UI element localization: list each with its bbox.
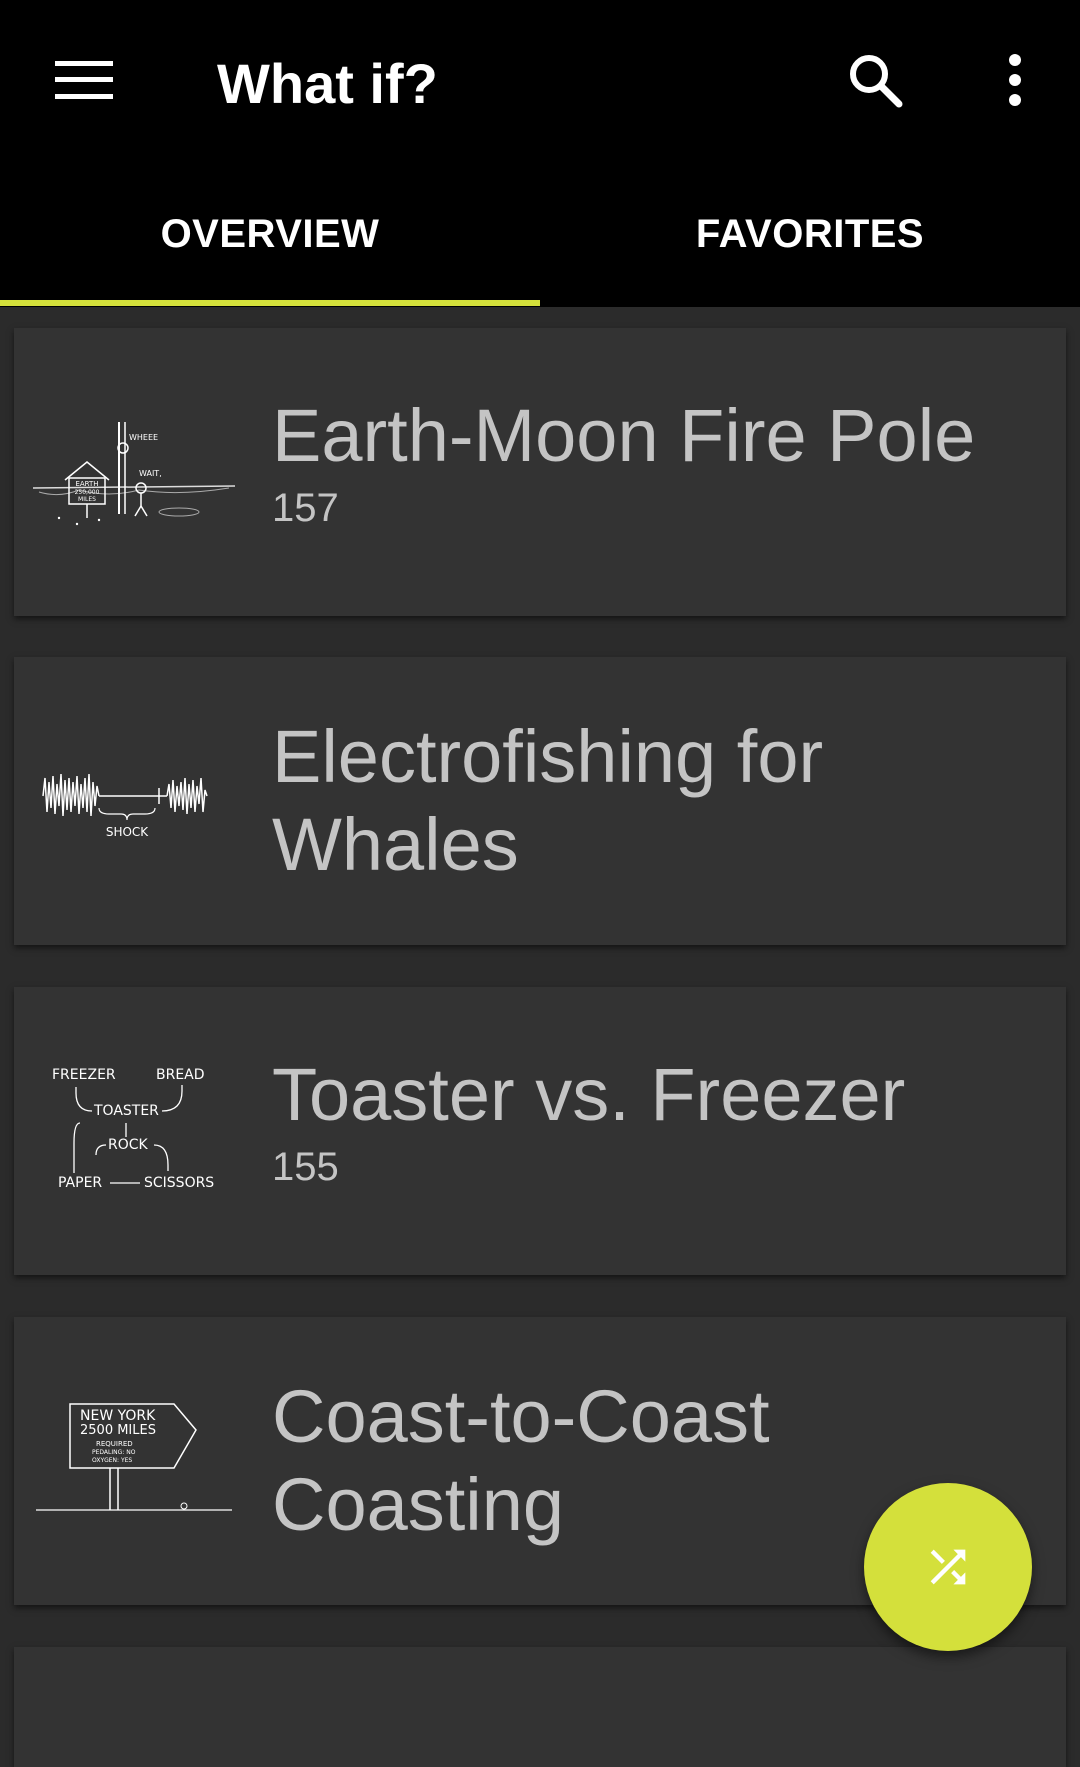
article-title: Earth-Moon Fire Pole [272, 394, 976, 477]
diagram-label: ROCK [108, 1137, 149, 1153]
menu-button[interactable] [40, 40, 128, 120]
search-button[interactable] [830, 40, 920, 120]
sign-text: OXYGEN: YES [92, 1457, 132, 1464]
tab-overview[interactable]: OVERVIEW [0, 170, 540, 307]
article-title: Toaster vs. Freezer [272, 1053, 906, 1136]
more-vert-icon [1009, 54, 1021, 106]
more-options-button[interactable] [975, 40, 1055, 120]
sign-text: REQUIRED [96, 1440, 133, 1448]
fire-pole-drawing: EARTH 250,000 MILES WHEEE WAIT, [32, 422, 236, 526]
tab-favorites[interactable]: FAVORITES [540, 170, 1080, 307]
sign-text: MILES [78, 496, 96, 503]
sign-text: EARTH [75, 480, 98, 488]
article-number: 157 [272, 486, 339, 530]
hamburger-icon [55, 61, 113, 99]
app-bar: What if? OVERVIEW FAVORITES [0, 0, 1080, 307]
shuffle-fab[interactable] [864, 1483, 1032, 1651]
road-sign-drawing: NEW YORK 2500 MILES REQUIRED PEDALING: N… [36, 1403, 232, 1511]
sign-text: PEDALING: NO [92, 1449, 136, 1456]
shuffle-icon [930, 1549, 966, 1585]
article-card[interactable]: EARTH 250,000 MILES WHEEE WAIT, Earth-Mo… [14, 328, 1066, 616]
tab-indicator [0, 300, 540, 306]
diagram-label: FREEZER [52, 1067, 116, 1083]
tab-bar: OVERVIEW FAVORITES [0, 170, 1080, 307]
article-thumbnail: EARTH 250,000 MILES WHEEE WAIT, [14, 328, 254, 616]
article-number: 155 [272, 1145, 339, 1189]
article-thumbnail: FREEZER BREAD TOASTER ROCK PAPER SCISSOR… [14, 987, 254, 1275]
shock-label: SHOCK [106, 825, 149, 839]
article-card[interactable]: SHOCK Electrofishing for Whales [14, 657, 1066, 945]
article-text: Electrofishing for Whales [272, 657, 1042, 945]
diagram-label: SCISSORS [144, 1175, 214, 1191]
search-icon [850, 55, 903, 108]
shout-text: WHEEE [129, 433, 158, 442]
article-card[interactable] [14, 1647, 1066, 1767]
article-text: Toaster vs. Freezer 155 [272, 987, 1042, 1275]
diagram-label: PAPER [58, 1175, 102, 1191]
sign-text: 2500 MILES [80, 1423, 156, 1438]
app-title: What if? [217, 52, 438, 115]
article-title: Electrofishing for Whales [272, 715, 824, 886]
article-text: Earth-Moon Fire Pole 157 [272, 328, 1042, 616]
toaster-diagram-drawing: FREEZER BREAD TOASTER ROCK PAPER SCISSOR… [52, 1067, 214, 1191]
article-thumbnail: NEW YORK 2500 MILES REQUIRED PEDALING: N… [14, 1317, 254, 1605]
diagram-label: TOASTER [93, 1103, 159, 1119]
sign-text: 250,000 [75, 489, 100, 496]
article-thumbnail: SHOCK [14, 657, 254, 945]
reply-text: WAIT, [139, 469, 162, 478]
electrofishing-drawing: SHOCK [42, 773, 208, 839]
diagram-label: BREAD [156, 1067, 205, 1083]
sign-text: NEW YORK [80, 1408, 156, 1424]
article-card[interactable]: FREEZER BREAD TOASTER ROCK PAPER SCISSOR… [14, 987, 1066, 1275]
